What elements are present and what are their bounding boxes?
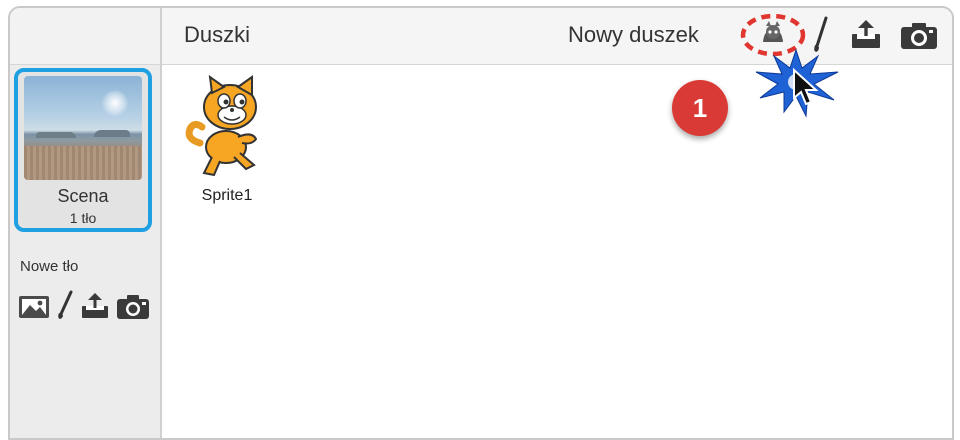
camera-icon[interactable] <box>900 22 938 50</box>
backdrop-count: 1 tło <box>69 210 97 226</box>
sprite-list-area: Sprite1 <box>162 65 952 438</box>
step-number-badge: 1 <box>672 80 728 136</box>
island-shape <box>94 130 130 137</box>
mouse-cursor-icon <box>793 68 819 106</box>
sprite-name: Sprite1 <box>201 187 253 204</box>
new-backdrop-tools <box>18 290 150 320</box>
camera-icon[interactable] <box>116 294 150 320</box>
stage-backdrop-preview <box>24 76 142 180</box>
sand-area <box>24 146 142 180</box>
upload-icon[interactable] <box>80 292 110 320</box>
stage-thumbnail[interactable]: Scena 1 tło <box>14 68 152 232</box>
sprites-title: Duszki <box>184 22 251 47</box>
stage-panel: Scena 1 tło Nowe tło <box>10 8 162 438</box>
new-sprite-label: Nowy duszek <box>568 22 699 47</box>
sun-glare <box>102 90 128 116</box>
sprite-tile[interactable]: Sprite1 <box>182 73 272 205</box>
paintbrush-icon[interactable] <box>56 290 74 320</box>
island-shape <box>36 132 76 138</box>
new-backdrop-label: Nowe tło <box>20 258 79 275</box>
upload-icon[interactable] <box>850 18 882 50</box>
stage-name: Scena <box>57 186 109 206</box>
image-library-icon[interactable] <box>18 294 50 320</box>
stage-panel-header <box>10 8 160 65</box>
scratch-cat-icon <box>185 74 258 177</box>
